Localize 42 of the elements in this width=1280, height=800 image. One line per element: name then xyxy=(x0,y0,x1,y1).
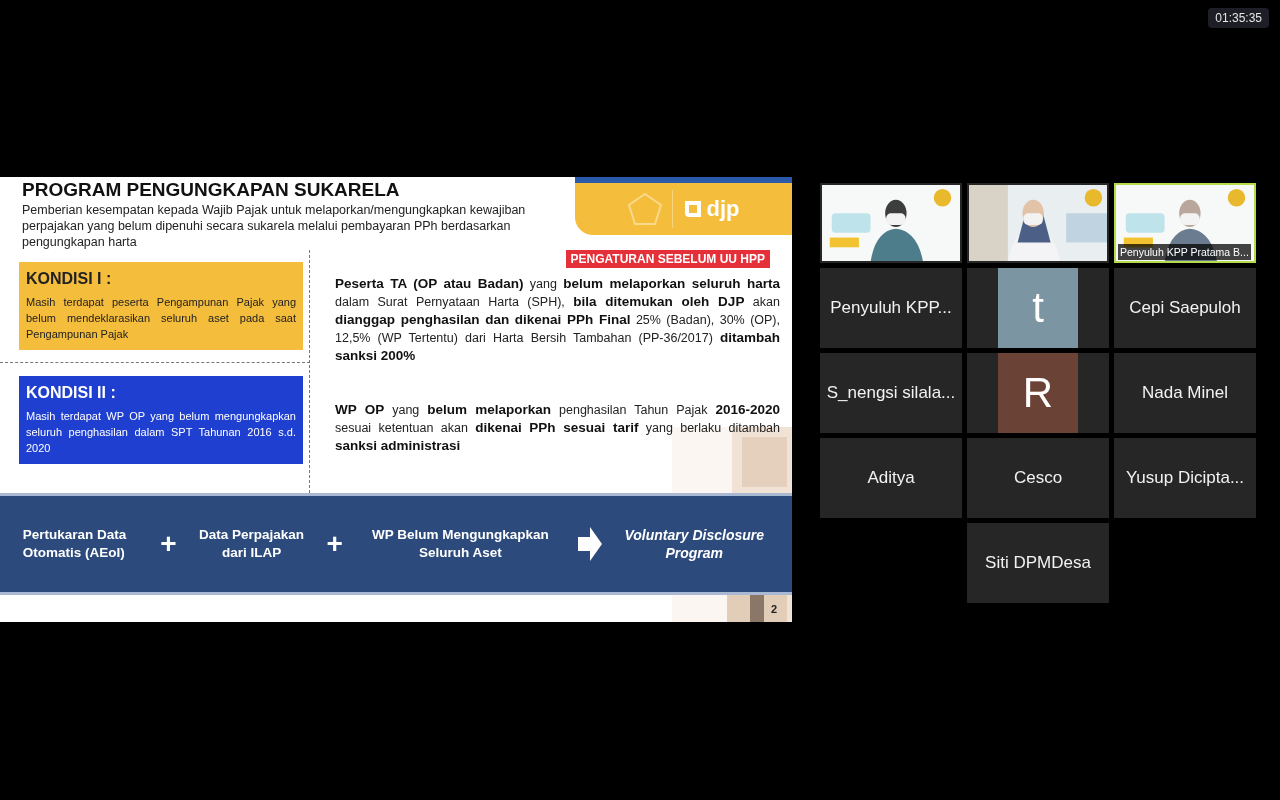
description-paragraph: WP OP yang belum melaporkan penghasilan Tahun Pajak 2016-2020 sesuai ketentuan akan dikenai PPh sesuai tarif yang berlaku ditambah sanksi administrasi xyxy=(335,401,780,455)
emblem-icon xyxy=(627,193,662,225)
description-paragraph: Peserta TA (OP atau Badan) yang belum melaporkan seluruh harta dalam Surat Pernyataan Harta (SPH), bila ditemukan oleh DJP akan dianggap penghasilan dan dikenai PPh Final 25% (Badan), 30% (OP), 12,5% (WP Tertentu) dari Harta Bersih Tambahan (PP-36/2017) ditambah sanksi 200% xyxy=(335,275,780,365)
participant-tile[interactable]: R xyxy=(967,353,1109,433)
participant-tile[interactable]: Siti DPMDesa xyxy=(967,523,1109,603)
condition-title: KONDISI II : xyxy=(26,384,116,402)
participant-tile[interactable]: Yusup Dicipta... xyxy=(1114,438,1256,518)
participant-name: S_nengsi silala... xyxy=(826,383,956,403)
flow-result: Voluntary Disclosure Program xyxy=(623,526,766,562)
participant-name: Penyuluh KPP... xyxy=(830,298,952,318)
avatar: R xyxy=(998,353,1078,433)
condition-text: Masih terdapat peserta Pengampunan Pajak yang belum mendeklarasikan seluruh aset pada saat Pengampunan Pajak xyxy=(26,295,296,342)
participant-name: Cesco xyxy=(1013,468,1063,488)
flow-term: Data Perpajakan dari ILAP xyxy=(198,526,306,562)
avatar: t xyxy=(998,268,1078,348)
participant-tile[interactable]: Nada Minel xyxy=(1114,353,1256,433)
participant-name: Penyuluh KPP Pratama B... xyxy=(1118,244,1251,260)
slide-subtitle: Pemberian kesempatan kepada Wajib Pajak untuk melaporkan/mengungkapkan kewajiban perpajakan yang belum dipenuhi secara sukarela melalui pembayaran PPh berdasarkan pengungkapan harta xyxy=(22,202,527,250)
regulation-badge: PENGATURAN SEBELUM UU HPP xyxy=(565,250,770,268)
flow-term: Pertukaran Data Otomatis (AEoI) xyxy=(22,526,128,562)
slide-title: PROGRAM PENGUNGKAPAN SUKARELA xyxy=(22,179,400,201)
flow-term: WP Belum Mengungkapkan Seluruh Aset xyxy=(370,526,550,562)
participant-name: Nada Minel xyxy=(1142,383,1228,403)
plus-sign: + xyxy=(326,528,343,560)
participant-tile[interactable]: Cesco xyxy=(967,438,1109,518)
condition-text: Masih terdapat WP OP yang belum mengungkapkan seluruh penghasilan dalam SPT Tahunan 2016 s.d. 2020 xyxy=(26,409,296,456)
participant-name: Cepi Saepuloh xyxy=(1129,298,1241,318)
participant-tile[interactable]: Penyuluh KPP... xyxy=(820,268,962,348)
participant-name: Siti DPMDesa xyxy=(985,553,1091,573)
participant-name: Yusup Dicipta... xyxy=(1125,468,1245,488)
page-number: 2 xyxy=(770,602,777,615)
participant-tile[interactable]: Aditya xyxy=(820,438,962,518)
participant-tile[interactable]: S_nengsi silala... xyxy=(820,353,962,433)
participant-name: Aditya xyxy=(867,468,915,488)
meeting-clock: 01:35:35 xyxy=(1208,8,1269,28)
video-tile[interactable]: Penyuluh KPP Pratama B... xyxy=(1114,183,1256,263)
arrow-icon xyxy=(577,527,602,561)
condition-title: KONDISI I : xyxy=(26,270,112,288)
logo-text: djp xyxy=(706,196,740,222)
participant-tile[interactable]: Cepi Saepuloh xyxy=(1114,268,1256,348)
plus-sign: + xyxy=(160,528,177,560)
logo-icon xyxy=(682,199,703,219)
